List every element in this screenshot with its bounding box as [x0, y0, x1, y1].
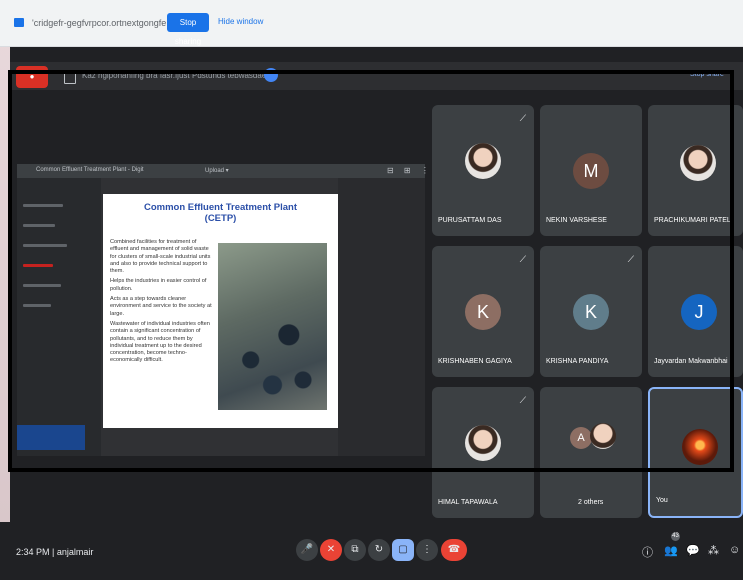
- host-controls-button[interactable]: ☺: [729, 544, 740, 556]
- participant-name: KRISHNABEN GAGIYA: [438, 358, 512, 365]
- people-button[interactable]: 👥: [664, 544, 678, 557]
- shared-screen-tab-title: Common Effluent Treatment Plant - Digit: [36, 167, 144, 173]
- participant-tile[interactable]: K ⟋ KRISHNABEN GAGIYA: [432, 246, 534, 377]
- participant-photo: [465, 425, 501, 461]
- leave-call-button[interactable]: ☎: [441, 539, 467, 561]
- sidebar-line: [23, 204, 63, 207]
- slide-bullet: Combined facilities for treatment of eff…: [110, 239, 211, 275]
- slide-bullet-list: Combined facilities for treatment of eff…: [110, 239, 214, 368]
- sidebar-line: [23, 284, 61, 287]
- self-view-tile[interactable]: You: [648, 387, 743, 518]
- participant-name: 2 others: [578, 499, 604, 506]
- recording-indicator[interactable]: ●: [16, 66, 48, 88]
- treatment-plant-photo: [218, 243, 327, 410]
- shared-screen-menu: Upload ▾: [205, 168, 229, 174]
- sidebar-line: [23, 304, 51, 307]
- participant-tile[interactable]: ⟋ PURUSATTAM DAS: [432, 105, 534, 236]
- self-view-video: [682, 429, 718, 465]
- participant-name: You: [656, 497, 668, 504]
- participant-name: HIMAL TAPAWALA: [438, 499, 498, 506]
- slide-title-line: (CETP): [204, 213, 237, 224]
- document-icon: [64, 70, 76, 84]
- raise-hand-button[interactable]: ↻: [368, 539, 390, 561]
- participant-avatar: A: [570, 427, 592, 449]
- slide-title-line: Common Effluent Treatment Plant: [143, 202, 298, 213]
- shared-screen-window-icons: ⊟ ⊞ ⋮: [387, 166, 433, 175]
- participant-avatar: M: [573, 153, 609, 189]
- stop-sharing-button[interactable]: Stop sharing: [167, 13, 209, 46]
- participant-tile[interactable]: ⟋ HIMAL TAPAWALA: [432, 387, 534, 518]
- participant-name: KRISHNA PANDIYA: [546, 358, 609, 365]
- mic-muted-icon: ⟋: [627, 254, 634, 264]
- screen-share-icon: [14, 18, 24, 27]
- meeting-time-and-code: 2:34 PM | anjalmair: [16, 547, 94, 557]
- mic-muted-icon: ⟋: [519, 254, 526, 264]
- shared-screen-right-panel: [338, 178, 425, 456]
- slide-bullet: Acts as a step towards cleaner environme…: [110, 296, 212, 317]
- meeting-details-button[interactable]: ⓘ: [642, 544, 653, 560]
- participant-count-badge: 43: [671, 532, 680, 541]
- activities-button[interactable]: ⁂: [708, 544, 719, 557]
- participant-name: Jayvardan Makwanbhai: [654, 358, 728, 365]
- presentation-subtitle: Pdstunds tebwasdae: [192, 71, 267, 80]
- participant-tile[interactable]: A 2 others: [540, 387, 642, 518]
- participant-tile[interactable]: K ⟋ KRISHNA PANDIYA: [540, 246, 642, 377]
- slide-bullet: Wastewater of individual industries ofte…: [110, 320, 210, 364]
- slide-bullet: Helps the industries in easier control o…: [110, 278, 207, 292]
- participant-tile[interactable]: J Jayvardan Makwanbhai: [648, 246, 743, 377]
- sidebar-line: [23, 224, 55, 227]
- shared-screen-sidebar: [17, 178, 101, 456]
- sharing-banner-text: 'cridgefr-gegfvrpcor.ortnextgongfe.cnm: [32, 18, 186, 28]
- present-now-button[interactable]: ▢: [392, 539, 414, 561]
- chat-button[interactable]: 💬: [686, 544, 700, 557]
- participant-name: PRACHIKUMARI PATEL: [654, 217, 731, 224]
- participant-photo: [680, 145, 716, 181]
- participant-avatar: K: [465, 294, 501, 330]
- microphone-button[interactable]: 🎤: [296, 539, 318, 561]
- sidebar-line: [23, 244, 67, 247]
- mic-muted-icon: ⟋: [519, 395, 526, 405]
- participant-avatar: J: [681, 294, 717, 330]
- more-options-button[interactable]: ⋮: [416, 539, 438, 561]
- shared-screen-selection: [17, 425, 85, 450]
- left-background-strip: [0, 0, 10, 580]
- presentation-title: Kaz hglponanflng bra fasr.fjust: [82, 71, 190, 80]
- participant-avatar: K: [573, 294, 609, 330]
- slide-title: Common Effluent Treatment Plant (CETP): [103, 202, 338, 224]
- captions-button[interactable]: ⧉: [344, 539, 366, 561]
- sidebar-line: [23, 264, 53, 267]
- participant-tile[interactable]: PRACHIKUMARI PATEL: [648, 105, 743, 236]
- participant-name: NEKIN VARSHESE: [546, 217, 607, 224]
- speaking-indicator-icon: [264, 68, 278, 82]
- participant-photo: [590, 423, 616, 449]
- participant-photo: [465, 143, 501, 179]
- participant-name: PURUSATTAM DAS: [438, 217, 502, 224]
- mic-muted-icon: ⟋: [519, 113, 526, 123]
- camera-off-button[interactable]: ✕: [320, 539, 342, 561]
- participant-tile[interactable]: M NEKIN VARSHESE: [540, 105, 642, 236]
- stop-presenting-link[interactable]: Stop share: [690, 71, 724, 78]
- hide-window-button[interactable]: Hide window: [218, 17, 263, 26]
